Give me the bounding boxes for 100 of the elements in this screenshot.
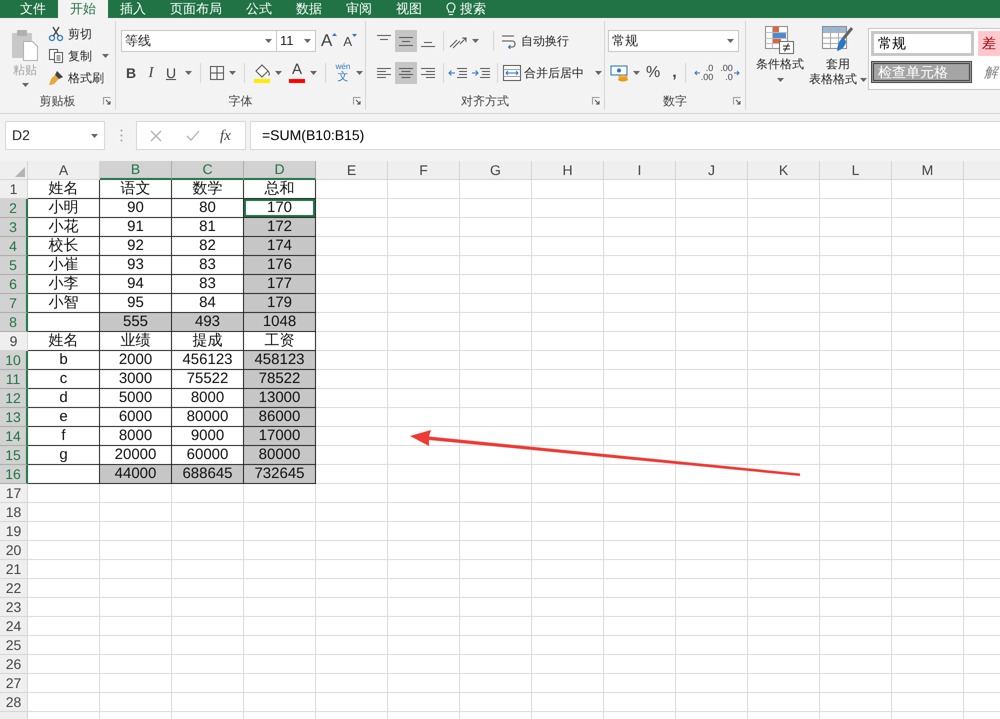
borders-icon[interactable] <box>209 65 225 81</box>
search-tab[interactable]: 搜索 <box>434 0 498 18</box>
percent-button[interactable]: % <box>646 61 660 85</box>
increase-decimal-button[interactable]: .0 .00 <box>694 62 714 84</box>
row-header[interactable]: 20 <box>0 541 28 560</box>
table-cell[interactable]: 170 <box>244 199 316 218</box>
table-cell[interactable]: 555 <box>100 313 172 332</box>
column-header[interactable]: L <box>820 161 892 180</box>
ribbon-tab[interactable]: 数据 <box>284 0 334 18</box>
table-cell[interactable]: 5000 <box>100 389 172 408</box>
table-cell[interactable]: 3000 <box>100 370 172 389</box>
column-header[interactable]: I <box>604 161 676 180</box>
table-cell[interactable]: 688645 <box>172 465 244 484</box>
caret-icon[interactable] <box>633 71 640 75</box>
column-header[interactable]: H <box>532 161 604 180</box>
cell-style-option[interactable]: 差 <box>978 31 1000 56</box>
column-header[interactable]: E <box>316 161 388 180</box>
ribbon-tab[interactable]: 文件 <box>8 0 58 18</box>
ribbon-tab[interactable]: 开始 <box>58 0 108 18</box>
corner-arrow-icon[interactable] <box>103 97 111 105</box>
corner-arrow-icon[interactable] <box>733 97 741 105</box>
insert-function-button[interactable]: fx <box>220 128 231 144</box>
table-cell[interactable]: 60000 <box>172 446 244 465</box>
row-header[interactable]: 15 <box>0 446 28 465</box>
table-cell[interactable]: 校长 <box>28 237 100 256</box>
ribbon-tab[interactable]: 公式 <box>234 0 284 18</box>
bold-button[interactable]: B <box>121 62 141 84</box>
table-cell[interactable]: 80000 <box>172 408 244 427</box>
italic-button[interactable]: I <box>141 62 161 84</box>
align-center-button[interactable] <box>395 62 417 84</box>
copy-button[interactable]: 复制 <box>48 45 109 67</box>
row-header[interactable]: 10 <box>0 351 28 370</box>
table-cell[interactable]: 177 <box>244 275 316 294</box>
table-cell[interactable]: 工资 <box>244 332 316 351</box>
font-color-button[interactable]: A <box>288 62 306 84</box>
table-cell[interactable]: f <box>28 427 100 446</box>
table-cell[interactable]: 提成 <box>172 332 244 351</box>
table-cell[interactable]: 458123 <box>244 351 316 370</box>
row-header[interactable]: 14 <box>0 427 28 446</box>
table-cell[interactable]: 732645 <box>244 465 316 484</box>
table-cell[interactable]: 8000 <box>172 389 244 408</box>
table-cell[interactable]: 90 <box>100 199 172 218</box>
table-cell[interactable]: e <box>28 408 100 427</box>
vertical-dots-icon[interactable] <box>120 129 123 142</box>
row-header[interactable]: 19 <box>0 522 28 541</box>
caret-icon[interactable] <box>275 71 282 75</box>
table-cell[interactable]: 17000 <box>244 427 316 446</box>
table-cell[interactable]: g <box>28 446 100 465</box>
table-cell[interactable]: 93 <box>100 256 172 275</box>
table-cell[interactable]: 业绩 <box>100 332 172 351</box>
row-header[interactable]: 6 <box>0 275 28 294</box>
corner-arrow-icon[interactable] <box>353 97 361 105</box>
row-header[interactable]: 28 <box>0 693 28 712</box>
formula-input[interactable]: =SUM(B10:B15) <box>250 121 1000 150</box>
caret-icon[interactable] <box>229 71 236 75</box>
table-cell[interactable]: 94 <box>100 275 172 294</box>
ribbon-tab[interactable]: 审阅 <box>334 0 384 18</box>
brush-button[interactable]: 格式刷 <box>48 67 109 89</box>
table-cell[interactable] <box>28 313 100 332</box>
caret-icon[interactable] <box>472 39 479 43</box>
row-header[interactable]: 24 <box>0 617 28 636</box>
row-header[interactable]: 5 <box>0 256 28 275</box>
decrease-indent-icon[interactable] <box>448 66 468 80</box>
table-cell[interactable]: b <box>28 351 100 370</box>
conditional-format-button[interactable]: 条件格式 <box>752 21 808 82</box>
ribbon-tab[interactable]: 视图 <box>384 0 434 18</box>
row-header[interactable]: 2 <box>0 199 28 218</box>
row-header[interactable]: 26 <box>0 655 28 674</box>
table-cell[interactable]: 95 <box>100 294 172 313</box>
table-cell[interactable]: 8000 <box>100 427 172 446</box>
row-header[interactable]: 18 <box>0 503 28 522</box>
caret-icon[interactable] <box>356 71 363 75</box>
column-header[interactable]: K <box>748 161 820 180</box>
table-cell[interactable]: 小明 <box>28 199 100 218</box>
table-cell[interactable]: 86000 <box>244 408 316 427</box>
ribbon-tab[interactable]: 页面布局 <box>158 0 234 18</box>
table-cell[interactable] <box>28 465 100 484</box>
cut-button[interactable]: 剪切 <box>48 23 109 45</box>
table-cell[interactable]: 小智 <box>28 294 100 313</box>
row-header[interactable]: 13 <box>0 408 28 427</box>
table-cell[interactable]: 44000 <box>100 465 172 484</box>
table-cell[interactable]: 2000 <box>100 351 172 370</box>
table-cell[interactable]: 数学 <box>172 180 244 199</box>
row-header[interactable]: 27 <box>0 674 28 693</box>
table-cell[interactable]: 91 <box>100 218 172 237</box>
table-cell[interactable]: 小花 <box>28 218 100 237</box>
table-cell[interactable]: 172 <box>244 218 316 237</box>
table-cell[interactable]: 176 <box>244 256 316 275</box>
increase-indent-icon[interactable] <box>471 66 491 80</box>
row-header[interactable]: 7 <box>0 294 28 313</box>
row-header[interactable]: 21 <box>0 560 28 579</box>
column-header[interactable]: M <box>892 161 964 180</box>
row-header[interactable]: 1 <box>0 180 28 199</box>
row-header[interactable]: 16 <box>0 465 28 484</box>
row-header[interactable]: 11 <box>0 370 28 389</box>
comma-button[interactable]: , <box>672 61 677 85</box>
ribbon-tab[interactable]: 插入 <box>108 0 158 18</box>
wrap-text-button[interactable]: 自动换行 <box>501 30 569 52</box>
row-header[interactable]: 12 <box>0 389 28 408</box>
row-header[interactable]: 3 <box>0 218 28 237</box>
